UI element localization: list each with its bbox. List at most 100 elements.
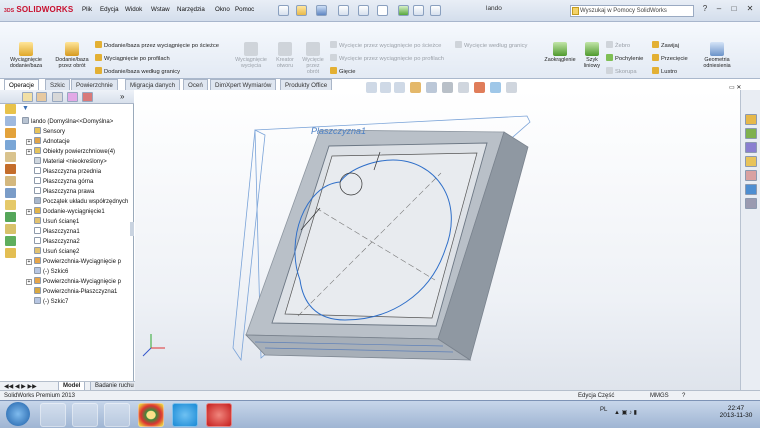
panel-splitter[interactable] xyxy=(130,222,134,236)
select-arrow-icon[interactable] xyxy=(377,5,388,16)
rib-button[interactable]: Żebro xyxy=(606,41,630,50)
custom-properties-icon[interactable] xyxy=(745,184,757,195)
reference-geometry-button[interactable]: Geometria odniesienia xyxy=(697,42,737,69)
close-button[interactable]: ✕ xyxy=(744,4,756,15)
view-palette-icon[interactable] xyxy=(745,156,757,167)
minimize-button[interactable]: – xyxy=(713,4,725,15)
edit-appearance-icon[interactable] xyxy=(474,82,485,93)
tree-item[interactable]: + Powierzchnia-Wyciągnięcie p xyxy=(26,257,121,267)
tree-item[interactable]: lando (Domyślna<<Domyślna> xyxy=(22,117,113,127)
side-icon-5[interactable] xyxy=(5,152,16,162)
file-explorer-icon[interactable] xyxy=(745,142,757,153)
menu-pomoc[interactable]: Pomoc xyxy=(235,6,254,13)
menu-plik[interactable]: Plik xyxy=(82,6,92,13)
hide-show-items-icon[interactable] xyxy=(458,82,469,93)
skype-icon[interactable] xyxy=(172,403,198,427)
fillet-button[interactable]: Zaokrąglenie xyxy=(540,42,580,63)
view-orientation-icon[interactable] xyxy=(426,82,437,93)
bottom-nav-arrows[interactable]: ◀◀ ◀ ▶ ▶▶ xyxy=(4,383,37,390)
side-icon-4[interactable] xyxy=(5,140,16,150)
tree-item[interactable]: + Powierzchnia-Wyciągnięcie p xyxy=(26,277,121,287)
linear-pattern-button[interactable]: Szyk liniowy xyxy=(580,42,604,69)
tree-item[interactable]: + Dodanie-wyciągnięcie1 xyxy=(26,207,105,217)
folder-icon[interactable] xyxy=(104,403,130,427)
filter-icon[interactable]: ▼ xyxy=(22,105,29,112)
tab-produkty-office[interactable]: Produkty Office xyxy=(280,79,333,90)
clock[interactable]: 22:47 2013-11-30 xyxy=(716,405,756,419)
graphics-area[interactable]: Płaszczyzna1 xyxy=(135,90,740,390)
language-indicator[interactable]: PL xyxy=(600,407,607,413)
expand-toggle-icon[interactable]: + xyxy=(26,279,32,285)
boundary-cut-button[interactable]: Wycięcie według granicy xyxy=(455,41,527,50)
side-icon-2[interactable] xyxy=(5,116,16,126)
revolve-boss-button[interactable]: Dodanie/baza przez obrót xyxy=(50,42,94,69)
forum-icon[interactable] xyxy=(745,198,757,209)
wrap-button[interactable]: Zawijaj xyxy=(652,41,679,50)
intersect-button[interactable]: Przecięcie xyxy=(652,54,688,63)
tray-icons[interactable]: ▲ ▣ ♪ ▮ xyxy=(614,409,637,416)
side-icon-1[interactable] xyxy=(5,104,16,114)
resources-icon[interactable] xyxy=(745,114,757,125)
tab-szkic[interactable]: Szkic xyxy=(45,79,70,90)
side-icon-8[interactable] xyxy=(5,188,16,198)
tree-item[interactable]: + Obiekty powierzchniowe(4) xyxy=(26,147,115,157)
help-button[interactable]: ? xyxy=(699,4,711,15)
hole-wizard-button[interactable]: Kreator otworu xyxy=(272,42,298,69)
expand-toggle-icon[interactable]: + xyxy=(26,259,32,265)
extrude-cut-button[interactable]: Wyciągnięcie wycięcia xyxy=(232,42,270,69)
sweep-cut-button[interactable]: Wycięcie przez wyciągnięcie po ścieżce xyxy=(330,41,441,50)
side-icon-6[interactable] xyxy=(5,164,16,174)
side-icon-12[interactable] xyxy=(5,236,16,246)
display-manager-tab-icon[interactable] xyxy=(82,92,93,102)
flex-button[interactable]: Gięcie xyxy=(330,67,355,76)
tree-item[interactable]: Usuń ścianę1 xyxy=(26,217,79,227)
tree-item[interactable]: Sensory xyxy=(26,127,65,137)
options-icon[interactable] xyxy=(430,5,441,16)
apply-scene-icon[interactable] xyxy=(490,82,501,93)
extrude-boss-button[interactable]: Wyciągnięcie dodanie/baza xyxy=(6,42,46,69)
zoom-to-fit-icon[interactable] xyxy=(366,82,377,93)
tab-dimxpert[interactable]: DimXpert Wymiarów xyxy=(210,79,277,90)
tab-operacje[interactable]: Operacje xyxy=(4,79,40,90)
panel-expand-icon[interactable]: » xyxy=(120,92,124,101)
tree-item[interactable]: Płaszczyzna prawa xyxy=(26,187,94,197)
draft-button[interactable]: Pochylenie xyxy=(606,54,643,63)
media-player-icon[interactable] xyxy=(72,403,98,427)
expand-toggle-icon[interactable]: + xyxy=(26,149,32,155)
dimxpert-manager-tab-icon[interactable] xyxy=(67,92,78,102)
shell-button[interactable]: Skorupa xyxy=(606,67,637,76)
tree-item[interactable]: Płaszczyzna przednia xyxy=(26,167,101,177)
tab-migracja-danych[interactable]: Migracja danych xyxy=(125,79,181,90)
chrome-icon[interactable] xyxy=(138,403,164,427)
tree-item[interactable]: Powierzchnia-Płaszczyzna1 xyxy=(26,287,117,297)
side-icon-13[interactable] xyxy=(5,248,16,258)
tree-item[interactable]: Płaszczyzna1 xyxy=(26,227,80,237)
appearances-icon[interactable] xyxy=(745,170,757,181)
side-icon-10[interactable] xyxy=(5,212,16,222)
tree-item[interactable]: Płaszczyzna górna xyxy=(26,177,93,187)
tree-item[interactable]: Usuń ścianę2 xyxy=(26,247,79,257)
menu-okno[interactable]: Okno xyxy=(215,6,230,13)
model-view[interactable]: Płaszczyzna1 xyxy=(135,90,740,390)
loft-cut-button[interactable]: Wycięcie przez wyciągnięcie po profilach xyxy=(330,54,444,63)
boundary-boss-button[interactable]: Dodanie/baza według granicy xyxy=(95,67,180,76)
sweep-boss-button[interactable]: Dodanie/baza przez wyciągnięcie po ścież… xyxy=(95,41,219,50)
previous-view-icon[interactable] xyxy=(394,82,405,93)
new-document-icon[interactable] xyxy=(278,5,289,16)
plane-label[interactable]: Płaszczyzna1 xyxy=(311,126,366,136)
mirror-button[interactable]: Lustro xyxy=(652,67,677,76)
tree-item[interactable]: (-) Szkic6 xyxy=(26,267,68,277)
tree-item[interactable]: (-) Szkic7 xyxy=(26,297,68,307)
tree-item[interactable]: Materiał <nieokreślony> xyxy=(26,157,107,167)
tab-powierzchnie[interactable]: Powierzchnie xyxy=(71,79,118,90)
menu-wstaw[interactable]: Wstaw xyxy=(151,6,170,13)
zoom-area-icon[interactable] xyxy=(380,82,391,93)
menu-widok[interactable]: Widok xyxy=(125,6,142,13)
side-icon-3[interactable] xyxy=(5,128,16,138)
tab-ocen[interactable]: Oceń xyxy=(183,79,208,90)
expand-toggle-icon[interactable]: + xyxy=(26,139,32,145)
print-icon[interactable] xyxy=(338,5,349,16)
solidworks-logo[interactable]: 3DS SOLIDWORKS xyxy=(4,5,75,14)
open-icon[interactable] xyxy=(296,5,307,16)
maximize-button[interactable]: □ xyxy=(728,4,740,15)
